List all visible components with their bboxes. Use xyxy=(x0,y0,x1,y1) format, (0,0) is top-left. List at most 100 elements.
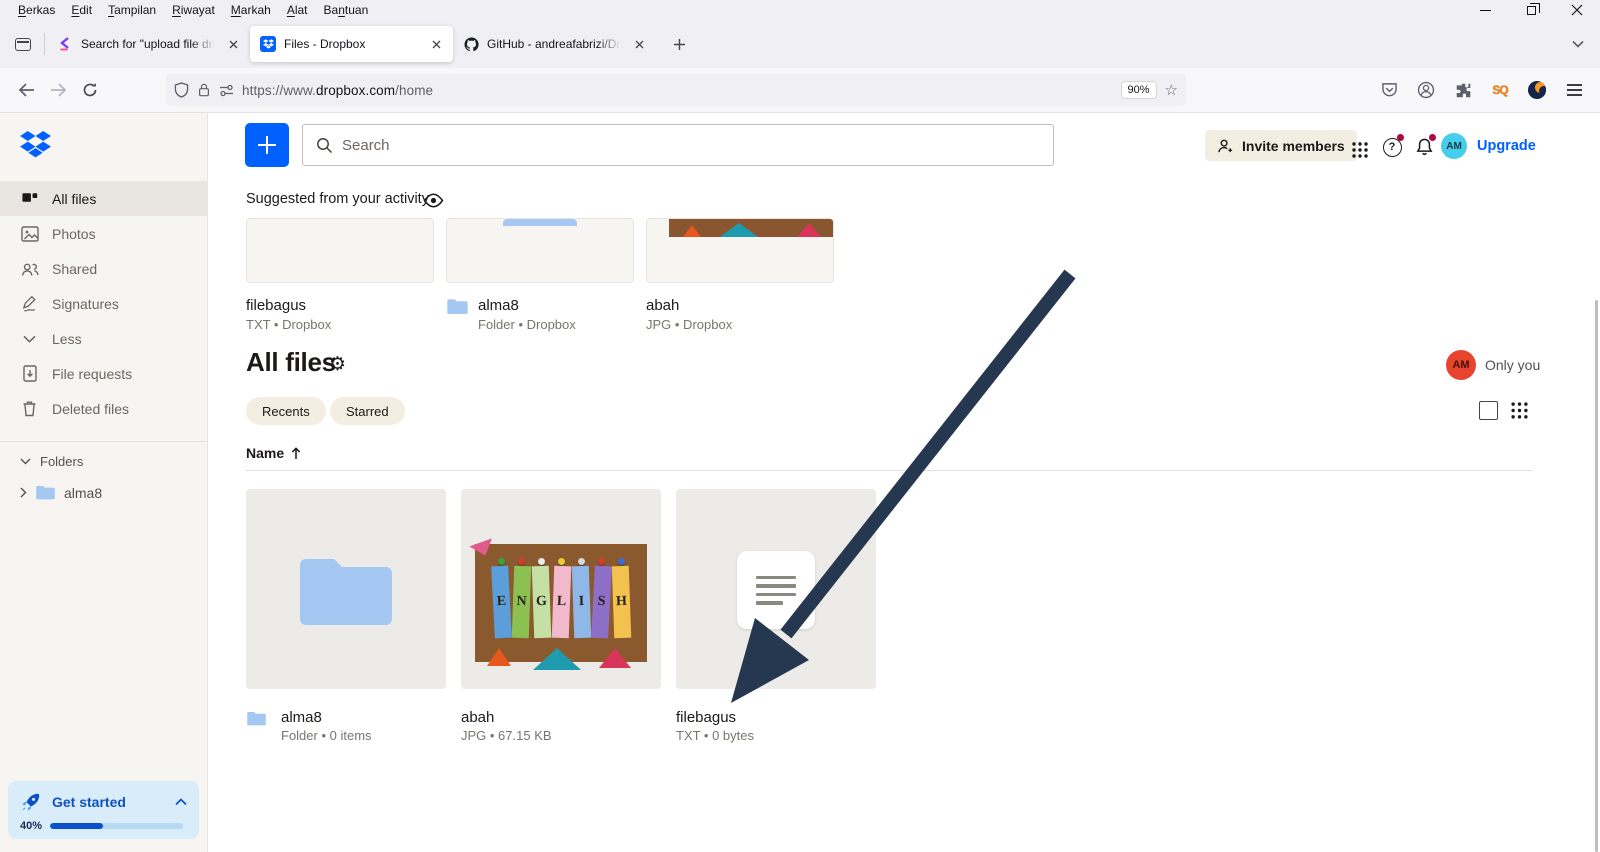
file-meta: Folder • 0 items xyxy=(281,728,372,743)
photos-icon xyxy=(20,224,39,243)
sidebar-item-shared[interactable]: Shared xyxy=(0,251,207,286)
image-thumbnail: E N G L I S H xyxy=(461,489,661,689)
menu-berkas[interactable]: Berkas xyxy=(10,2,63,18)
lock-icon[interactable] xyxy=(197,82,211,98)
tab-files-dropbox[interactable]: Files - Dropbox xyxy=(250,26,453,62)
navbar-extensions: SQ xyxy=(1373,74,1590,106)
sidebar-item-less[interactable]: Less xyxy=(0,321,207,356)
plus-icon xyxy=(258,136,276,154)
restore-button[interactable] xyxy=(1508,0,1554,20)
tab-close-icon[interactable] xyxy=(223,34,243,54)
notifications-bell-icon[interactable] xyxy=(1412,135,1436,159)
file-name: filebagus xyxy=(246,297,434,314)
pocket-icon[interactable] xyxy=(1373,74,1405,106)
tab-title: Files - Dropbox xyxy=(284,37,418,51)
list-all-tabs-button[interactable] xyxy=(1564,30,1592,58)
trash-icon xyxy=(20,399,39,418)
sidebar-item-all-files[interactable]: All files xyxy=(0,181,207,216)
back-button[interactable] xyxy=(10,74,42,106)
invite-members-button[interactable]: Invite members xyxy=(1205,130,1357,161)
get-started-panel[interactable]: Get started 40% xyxy=(8,781,199,839)
dropbox-main: Invite members AM Upgrade Suggested from… xyxy=(208,113,1600,852)
menu-riwayat[interactable]: Riwayat xyxy=(164,2,223,18)
sidebar-item-photos[interactable]: Photos xyxy=(0,216,207,251)
search-input[interactable] xyxy=(342,137,1040,154)
sidebar-folder-alma8[interactable]: alma8 xyxy=(20,484,102,501)
file-meta: TXT • 0 bytes xyxy=(676,728,754,743)
tab-close-icon[interactable] xyxy=(426,34,446,54)
file-meta: TXT • Dropbox xyxy=(246,317,434,332)
browser-tabbar: Search for "upload file dropbox Files - … xyxy=(0,20,1600,68)
chevron-up-icon[interactable] xyxy=(175,798,187,806)
menu-edit[interactable]: Edit xyxy=(63,2,100,18)
folder-thumbnail xyxy=(446,218,634,283)
select-all-checkbox[interactable] xyxy=(1479,401,1498,420)
eye-icon[interactable] xyxy=(423,193,444,208)
file-name[interactable]: filebagus xyxy=(676,709,736,726)
menu-tampilan[interactable]: Tampilan xyxy=(100,2,164,18)
github-favicon-icon xyxy=(463,36,479,52)
get-started-label: Get started xyxy=(52,794,165,810)
dropbox-favicon-icon xyxy=(260,36,276,52)
account-icon[interactable] xyxy=(1410,74,1442,106)
search-icon xyxy=(316,137,333,154)
suggested-card-alma8[interactable]: alma8 Folder • Dropbox xyxy=(446,218,634,332)
sidebar-item-signatures[interactable]: Signatures xyxy=(0,286,207,321)
apps-grid-icon[interactable] xyxy=(1348,138,1372,162)
zoom-level-badge[interactable]: 90% xyxy=(1121,81,1157,99)
minimize-button[interactable] xyxy=(1462,0,1508,20)
gear-icon[interactable]: ⚙ xyxy=(329,353,346,375)
file-card-alma8[interactable] xyxy=(246,489,446,689)
url-bar[interactable]: https://www.dropbox.com/home 90% ☆ xyxy=(166,74,1186,106)
chevron-down-icon xyxy=(20,329,39,348)
extension-sq-icon[interactable]: SQ xyxy=(1484,74,1516,106)
sidebar-folders-toggle[interactable]: Folders xyxy=(20,454,83,469)
extension-swirl-icon[interactable] xyxy=(1521,74,1553,106)
suggested-card-abah[interactable]: abah JPG • Dropbox xyxy=(646,218,834,332)
file-card-abah[interactable]: E N G L I S H xyxy=(461,489,661,689)
file-name[interactable]: abah xyxy=(461,709,494,726)
sidebar-item-deleted-files[interactable]: Deleted files xyxy=(0,391,207,426)
firefox-view-button[interactable] xyxy=(8,29,38,59)
filter-starred[interactable]: Starred xyxy=(330,397,405,425)
url-text[interactable]: https://www.dropbox.com/home xyxy=(242,83,433,98)
signature-pen-icon xyxy=(20,294,39,313)
permissions-icon[interactable] xyxy=(219,84,234,97)
upgrade-link[interactable]: Upgrade xyxy=(1477,138,1536,154)
sidebar-item-label: Shared xyxy=(52,261,97,277)
menu-alat[interactable]: Alat xyxy=(279,2,316,18)
owner-avatar[interactable]: AM xyxy=(1446,350,1476,380)
extensions-puzzle-icon[interactable] xyxy=(1447,74,1479,106)
close-button[interactable] xyxy=(1554,0,1600,20)
invite-members-label: Invite members xyxy=(1242,138,1345,154)
sidebar-item-file-requests[interactable]: File requests xyxy=(0,356,207,391)
menu-markah[interactable]: Markah xyxy=(223,2,279,18)
file-name[interactable]: alma8 xyxy=(281,709,322,726)
filter-recents[interactable]: Recents xyxy=(246,397,326,425)
search-engine-favicon-icon xyxy=(57,36,73,52)
bookmark-star-icon[interactable]: ☆ xyxy=(1165,81,1178,99)
file-card-filebagus[interactable] xyxy=(676,489,876,689)
page-scrollbar[interactable] xyxy=(1595,300,1598,852)
new-tab-button[interactable] xyxy=(664,29,694,59)
create-plus-button[interactable] xyxy=(245,123,289,167)
get-started-percent: 40% xyxy=(20,820,42,832)
dropbox-logo-icon[interactable] xyxy=(20,131,51,158)
help-icon[interactable] xyxy=(1380,135,1404,159)
sidebar-item-label: Less xyxy=(52,331,82,347)
menu-bantuan[interactable]: Bantuan xyxy=(316,2,377,18)
user-avatar[interactable]: AM xyxy=(1441,133,1467,159)
folder-name: alma8 xyxy=(478,297,634,314)
forward-button[interactable] xyxy=(42,74,74,106)
menu-hamburger-icon[interactable] xyxy=(1558,74,1590,106)
grid-view-icon[interactable] xyxy=(1511,402,1528,419)
suggested-card-filebagus[interactable]: filebagus TXT • Dropbox xyxy=(246,218,434,332)
tab-github[interactable]: GitHub - andreafabrizi/Dropbox xyxy=(453,26,656,62)
sort-by-name[interactable]: Name xyxy=(246,445,301,461)
folder-icon xyxy=(294,549,398,633)
search-bar[interactable] xyxy=(302,124,1054,166)
tab-close-icon[interactable] xyxy=(629,34,649,54)
reload-button[interactable] xyxy=(74,74,106,106)
shield-icon[interactable] xyxy=(174,82,189,98)
tab-search[interactable]: Search for "upload file dropbox xyxy=(47,26,250,62)
